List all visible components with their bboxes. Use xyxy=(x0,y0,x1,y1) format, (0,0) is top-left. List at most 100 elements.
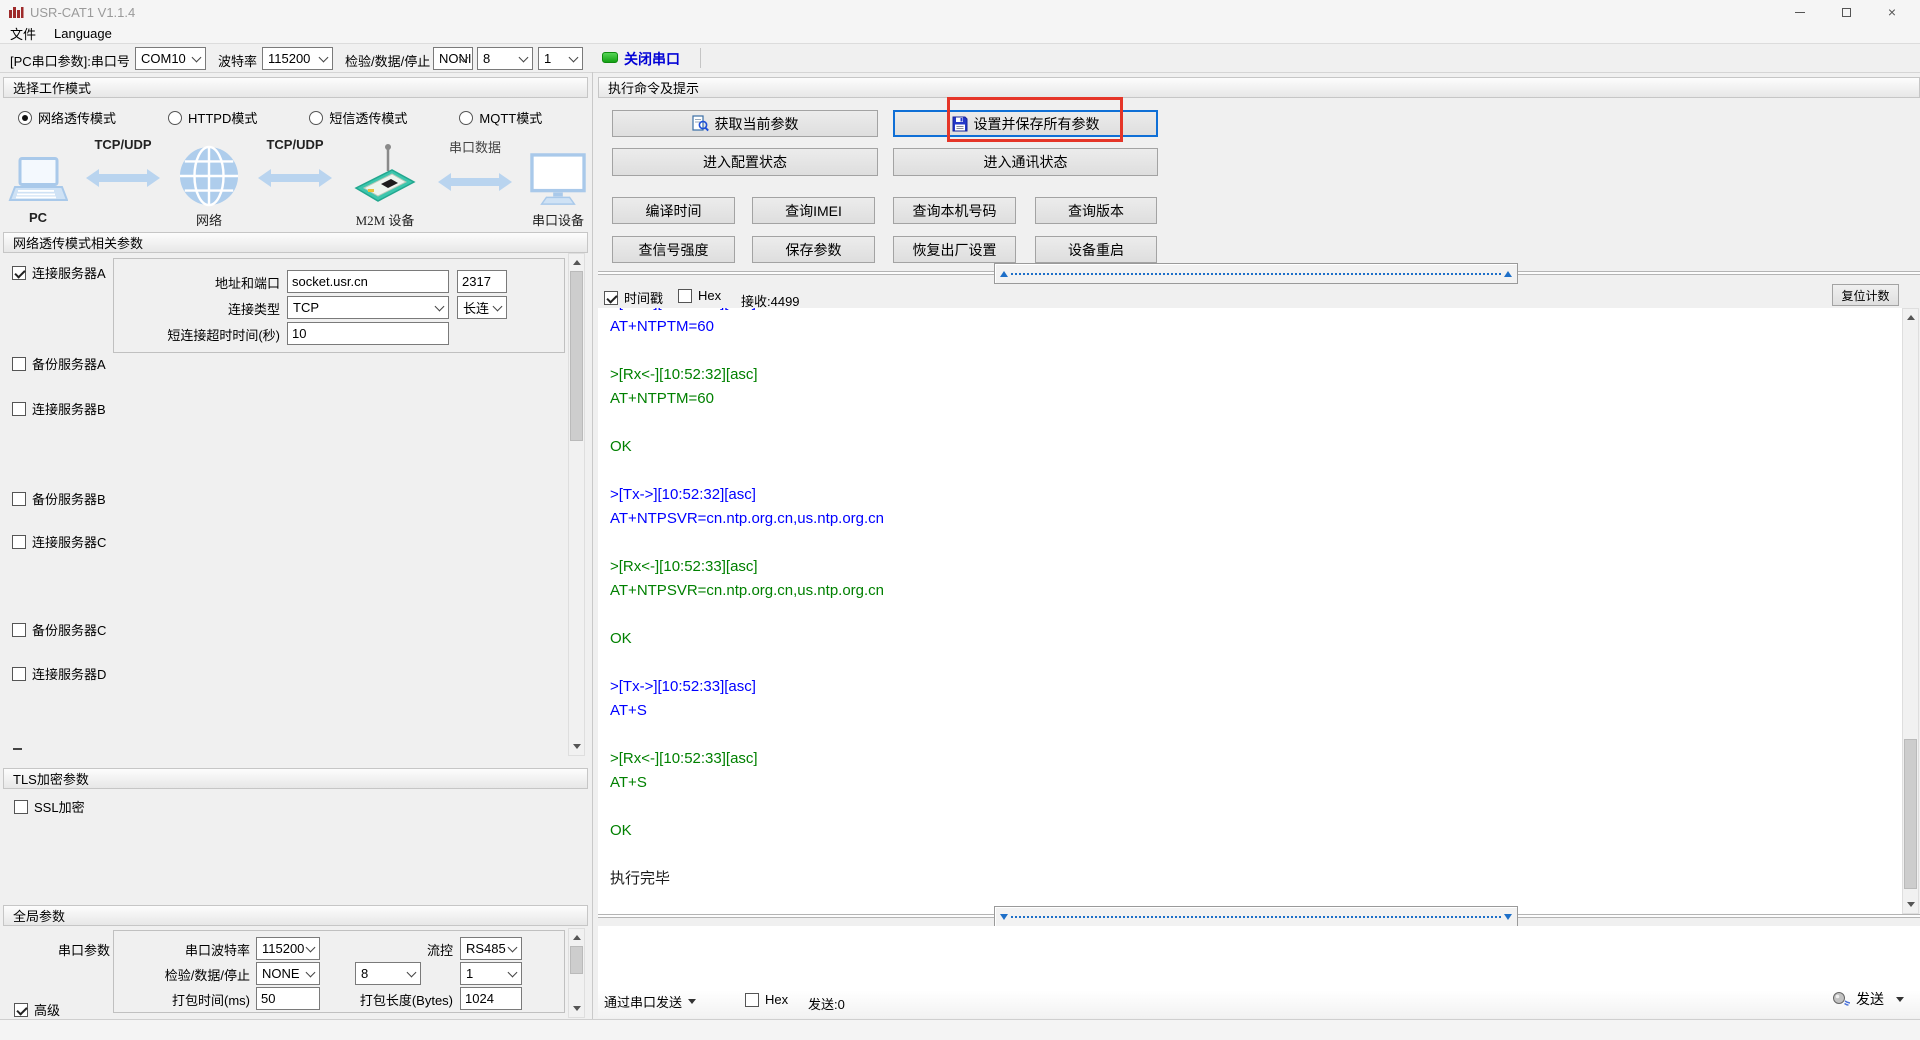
scrollbar-thumb[interactable] xyxy=(1904,739,1917,889)
scrollbar-thumb[interactable] xyxy=(570,271,583,441)
query-imei-button[interactable]: 查询IMEI xyxy=(752,197,875,224)
status-strip xyxy=(0,1019,1920,1040)
servers-scrollbar[interactable] xyxy=(568,253,585,756)
checkbox-log-hex[interactable]: Hex xyxy=(678,288,721,303)
trackbar-marker-icon[interactable] xyxy=(1000,271,1008,277)
flow-ctrl-select[interactable]: RS485 xyxy=(460,937,522,960)
global-parity-select[interactable]: NONE xyxy=(256,962,320,985)
radio-icon[interactable] xyxy=(459,111,473,125)
query-signal-strength-button[interactable]: 查信号强度 xyxy=(612,236,735,263)
short-conn-timeout-input[interactable] xyxy=(287,322,449,345)
checkbox-icon[interactable] xyxy=(14,800,28,814)
menu-language[interactable]: Language xyxy=(54,26,112,41)
radio-mqtt-mode[interactable]: MQTT模式 xyxy=(459,108,542,127)
checkbox-backup-server-a-label: 备份服务器A xyxy=(32,354,106,373)
radio-sms-transparent-mode[interactable]: 短信透传模式 xyxy=(309,108,407,127)
checkbox-timestamp[interactable]: 时间戳 xyxy=(604,288,663,307)
checkbox-connect-server-d[interactable]: 连接服务器D xyxy=(12,664,106,683)
close-serial-button[interactable]: 关闭串口 xyxy=(624,49,680,69)
maximize-button[interactable] xyxy=(1823,0,1869,24)
get-current-params-button[interactable]: 获取当前参数 xyxy=(612,110,878,137)
databits-select[interactable]: 8 xyxy=(477,47,533,70)
scroll-up-icon[interactable] xyxy=(1907,315,1915,320)
serial-baud-select[interactable]: 115200 xyxy=(256,937,320,960)
radio-icon[interactable] xyxy=(168,111,182,125)
scroll-down-icon[interactable] xyxy=(1907,902,1915,907)
scroll-down-icon[interactable] xyxy=(573,1006,581,1011)
factory-reset-button[interactable]: 恢复出厂设置 xyxy=(893,236,1016,263)
keepalive-select[interactable]: 长连 xyxy=(457,296,507,319)
trackbar-marker-icon[interactable] xyxy=(1000,914,1008,920)
checkbox-connect-server-b[interactable]: 连接服务器B xyxy=(12,399,106,418)
query-version-button[interactable]: 查询版本 xyxy=(1035,197,1157,224)
conn-type-select[interactable]: TCP xyxy=(287,296,449,319)
query-phone-number-button[interactable]: 查询本机号码 xyxy=(893,197,1016,224)
log-line: AT+NTPSVR=cn.ntp.org.cn,us.ntp.org.cn xyxy=(598,579,1902,603)
work-mode-radio-group: 网络透传模式 HTTPD模式 短信透传模式 MQTT模式 xyxy=(18,108,578,127)
panel-divider[interactable] xyxy=(592,72,593,1040)
checkbox-icon[interactable] xyxy=(745,993,759,1007)
checkbox-icon[interactable] xyxy=(604,291,618,305)
stopbits-select[interactable]: 1 xyxy=(538,47,583,70)
checkbox-advanced[interactable]: 高级 xyxy=(14,1000,60,1019)
server-a-address-input[interactable] xyxy=(287,270,449,293)
enter-config-state-button[interactable]: 进入配置状态 xyxy=(612,148,878,176)
menu-file[interactable]: 文件 xyxy=(10,24,36,43)
send-via-serial-dropdown[interactable]: 通过串口发送 xyxy=(604,992,696,1011)
com-port-select[interactable]: COM10 xyxy=(135,47,206,70)
global-databits-select[interactable]: 8 xyxy=(355,962,421,985)
radio-net-transparent-mode[interactable]: 网络透传模式 xyxy=(18,108,116,127)
minimize-button[interactable] xyxy=(1777,0,1823,24)
checkbox-connect-server-c[interactable]: 连接服务器C xyxy=(12,532,106,551)
checkbox-connect-server-a[interactable]: 连接服务器A xyxy=(12,263,106,282)
log-output[interactable]: >[Tx->][10:52:32][asc]AT+NTPTM=60>[Rx<-]… xyxy=(598,308,1902,914)
splitter-trackbar-bottom[interactable] xyxy=(994,906,1518,927)
save-params-button[interactable]: 保存参数 xyxy=(752,236,875,263)
send-input-area[interactable] xyxy=(598,926,1920,1018)
log-scrollbar[interactable] xyxy=(1902,308,1919,914)
checkbox-backup-server-c[interactable]: 备份服务器C xyxy=(12,620,106,639)
pack-time-input[interactable] xyxy=(256,987,320,1010)
checkbox-icon[interactable] xyxy=(12,535,26,549)
scroll-up-icon[interactable] xyxy=(573,260,581,265)
checkbox-icon[interactable] xyxy=(12,623,26,637)
checkbox-icon[interactable] xyxy=(14,1003,28,1017)
global-stopbits-select[interactable]: 1 xyxy=(460,962,522,985)
trackbar-marker-icon[interactable] xyxy=(1504,914,1512,920)
checkbox-backup-server-a[interactable]: 备份服务器A xyxy=(12,354,106,373)
baud-select[interactable]: 115200 xyxy=(262,47,333,70)
checkbox-icon[interactable] xyxy=(678,289,692,303)
device-restart-button[interactable]: 设备重启 xyxy=(1035,236,1157,263)
scrollbar-thumb[interactable] xyxy=(570,946,583,974)
trackbar-marker-icon[interactable] xyxy=(1504,271,1512,277)
reset-counter-button[interactable]: 复位计数 xyxy=(1832,284,1899,306)
radio-httpd-mode[interactable]: HTTPD模式 xyxy=(168,108,257,127)
splitter-trackbar-top[interactable] xyxy=(994,263,1518,284)
radio-icon[interactable] xyxy=(309,111,323,125)
checkbox-send-hex[interactable]: Hex xyxy=(745,992,788,1007)
checkbox-ssl-encrypt[interactable]: SSL加密 xyxy=(14,797,85,816)
send-button[interactable]: 发送 xyxy=(1832,989,1904,1009)
chevron-down-icon xyxy=(519,53,529,63)
enter-comm-state-button[interactable]: 进入通讯状态 xyxy=(893,148,1158,176)
checkbox-icon[interactable] xyxy=(12,492,26,506)
scroll-up-icon[interactable] xyxy=(573,935,581,940)
close-button[interactable]: × xyxy=(1869,0,1915,24)
global-databits-value: 8 xyxy=(361,966,368,981)
serial-toolbar: [PC串口参数]:串口号 COM10 波特率 115200 检验/数据/停止 N… xyxy=(0,45,1920,73)
radio-icon[interactable] xyxy=(18,111,32,125)
checkbox-connect-server-d-label: 连接服务器D xyxy=(32,664,106,683)
checkbox-icon[interactable] xyxy=(12,266,26,280)
short-conn-timeout-label: 短连接超时时间(秒) xyxy=(130,325,280,344)
global-scrollbar[interactable] xyxy=(568,928,585,1018)
server-a-port-input[interactable] xyxy=(457,270,507,293)
scroll-down-icon[interactable] xyxy=(573,744,581,749)
checkbox-icon[interactable] xyxy=(12,667,26,681)
pack-len-input[interactable] xyxy=(460,987,522,1010)
checkbox-icon[interactable] xyxy=(12,402,26,416)
parity-select[interactable]: NONI xyxy=(433,47,473,70)
compile-time-button[interactable]: 编译时间 xyxy=(612,197,735,224)
checkbox-backup-server-b[interactable]: 备份服务器B xyxy=(12,489,106,508)
search-doc-icon xyxy=(692,115,709,132)
checkbox-icon[interactable] xyxy=(12,357,26,371)
